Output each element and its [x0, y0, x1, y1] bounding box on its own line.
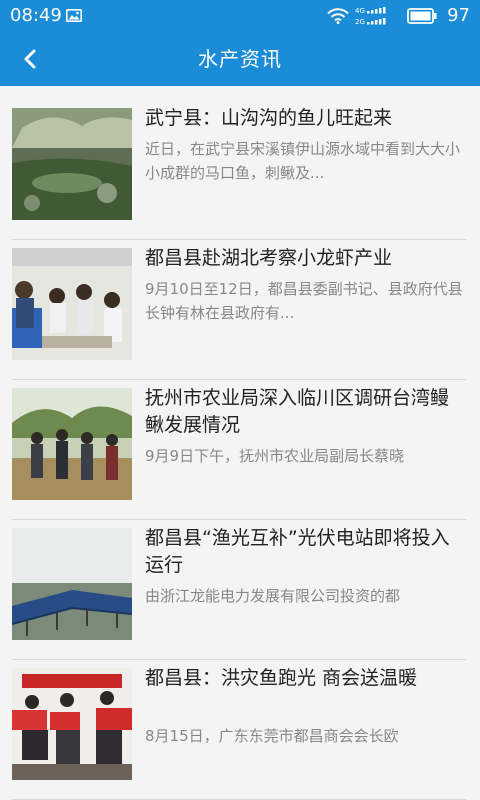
battery-percent: 97 [447, 5, 470, 26]
network-label-top: 4G [355, 7, 365, 15]
news-summary: 近日，在武宁县宋溪镇伊山源水域中看到大大小小成群的马口鱼，刺鳅及... [145, 140, 461, 182]
news-summary: 9月10日至12日，都昌县委副书记、县政府代县长钟有林在县政府有... [145, 280, 463, 322]
news-thumbnail [12, 248, 132, 360]
news-title: 抚州市农业局深入临川区调研台湾鳗鳅发展情况 [145, 387, 450, 436]
news-item[interactable]: 武宁县：山沟沟的鱼儿旺起来 近日，在武宁县宋溪镇伊山源水域中看到大大小小成群的马… [12, 100, 466, 240]
news-title: 武宁县：山沟沟的鱼儿旺起来 [145, 107, 393, 129]
network-label-bottom: 2G [355, 18, 365, 26]
news-thumbnail [12, 388, 132, 500]
battery-icon [407, 8, 437, 24]
news-item[interactable]: 都昌县赴湖北考察小龙虾产业 9月10日至12日，都昌县委副书记、县政府代县长钟有… [12, 240, 466, 380]
news-title: 都昌县：洪灾鱼跑光 商会送温暖 [145, 667, 418, 689]
news-list[interactable]: 武宁县：山沟沟的鱼儿旺起来 近日，在武宁县宋溪镇伊山源水域中看到大大小小成群的马… [0, 86, 480, 800]
news-item[interactable]: 都昌县：洪灾鱼跑光 商会送温暖 8月15日，广东东莞市都昌商会会长欧 [12, 660, 466, 800]
page-title: 水产资讯 [198, 47, 282, 71]
wifi-icon [327, 8, 349, 24]
back-button[interactable] [10, 39, 50, 79]
gallery-icon [66, 9, 82, 22]
chevron-left-icon [24, 49, 36, 69]
news-title: 都昌县赴湖北考察小龙虾产业 [145, 247, 393, 269]
status-icons: 4G 2G 97 [327, 4, 470, 28]
news-thumbnail [12, 108, 132, 220]
news-summary: 8月15日，广东东莞市都昌商会会长欧 [145, 727, 399, 745]
news-item[interactable]: 抚州市农业局深入临川区调研台湾鳗鳅发展情况 9月9日下午，抚州市农业局副局长蔡晓 [12, 380, 466, 520]
news-item[interactable]: 都昌县“渔光互补”光伏电站即将投入运行 由浙江龙能电力发展有限公司投资的都 [12, 520, 466, 660]
news-thumbnail [12, 668, 132, 780]
app-bar: 水产资讯 [0, 32, 480, 86]
signal-icon: 4G 2G [355, 7, 386, 26]
news-thumbnail [12, 528, 132, 640]
news-summary: 由浙江龙能电力发展有限公司投资的都 [145, 587, 401, 605]
news-title: 都昌县“渔光互补”光伏电站即将投入运行 [145, 527, 450, 576]
news-summary: 9月9日下午，抚州市农业局副局长蔡晓 [145, 447, 405, 465]
list-top-spacer [0, 86, 480, 100]
status-time: 08:49 [10, 5, 62, 26]
status-bar: 08:49 4G 2G 97 [0, 0, 480, 32]
